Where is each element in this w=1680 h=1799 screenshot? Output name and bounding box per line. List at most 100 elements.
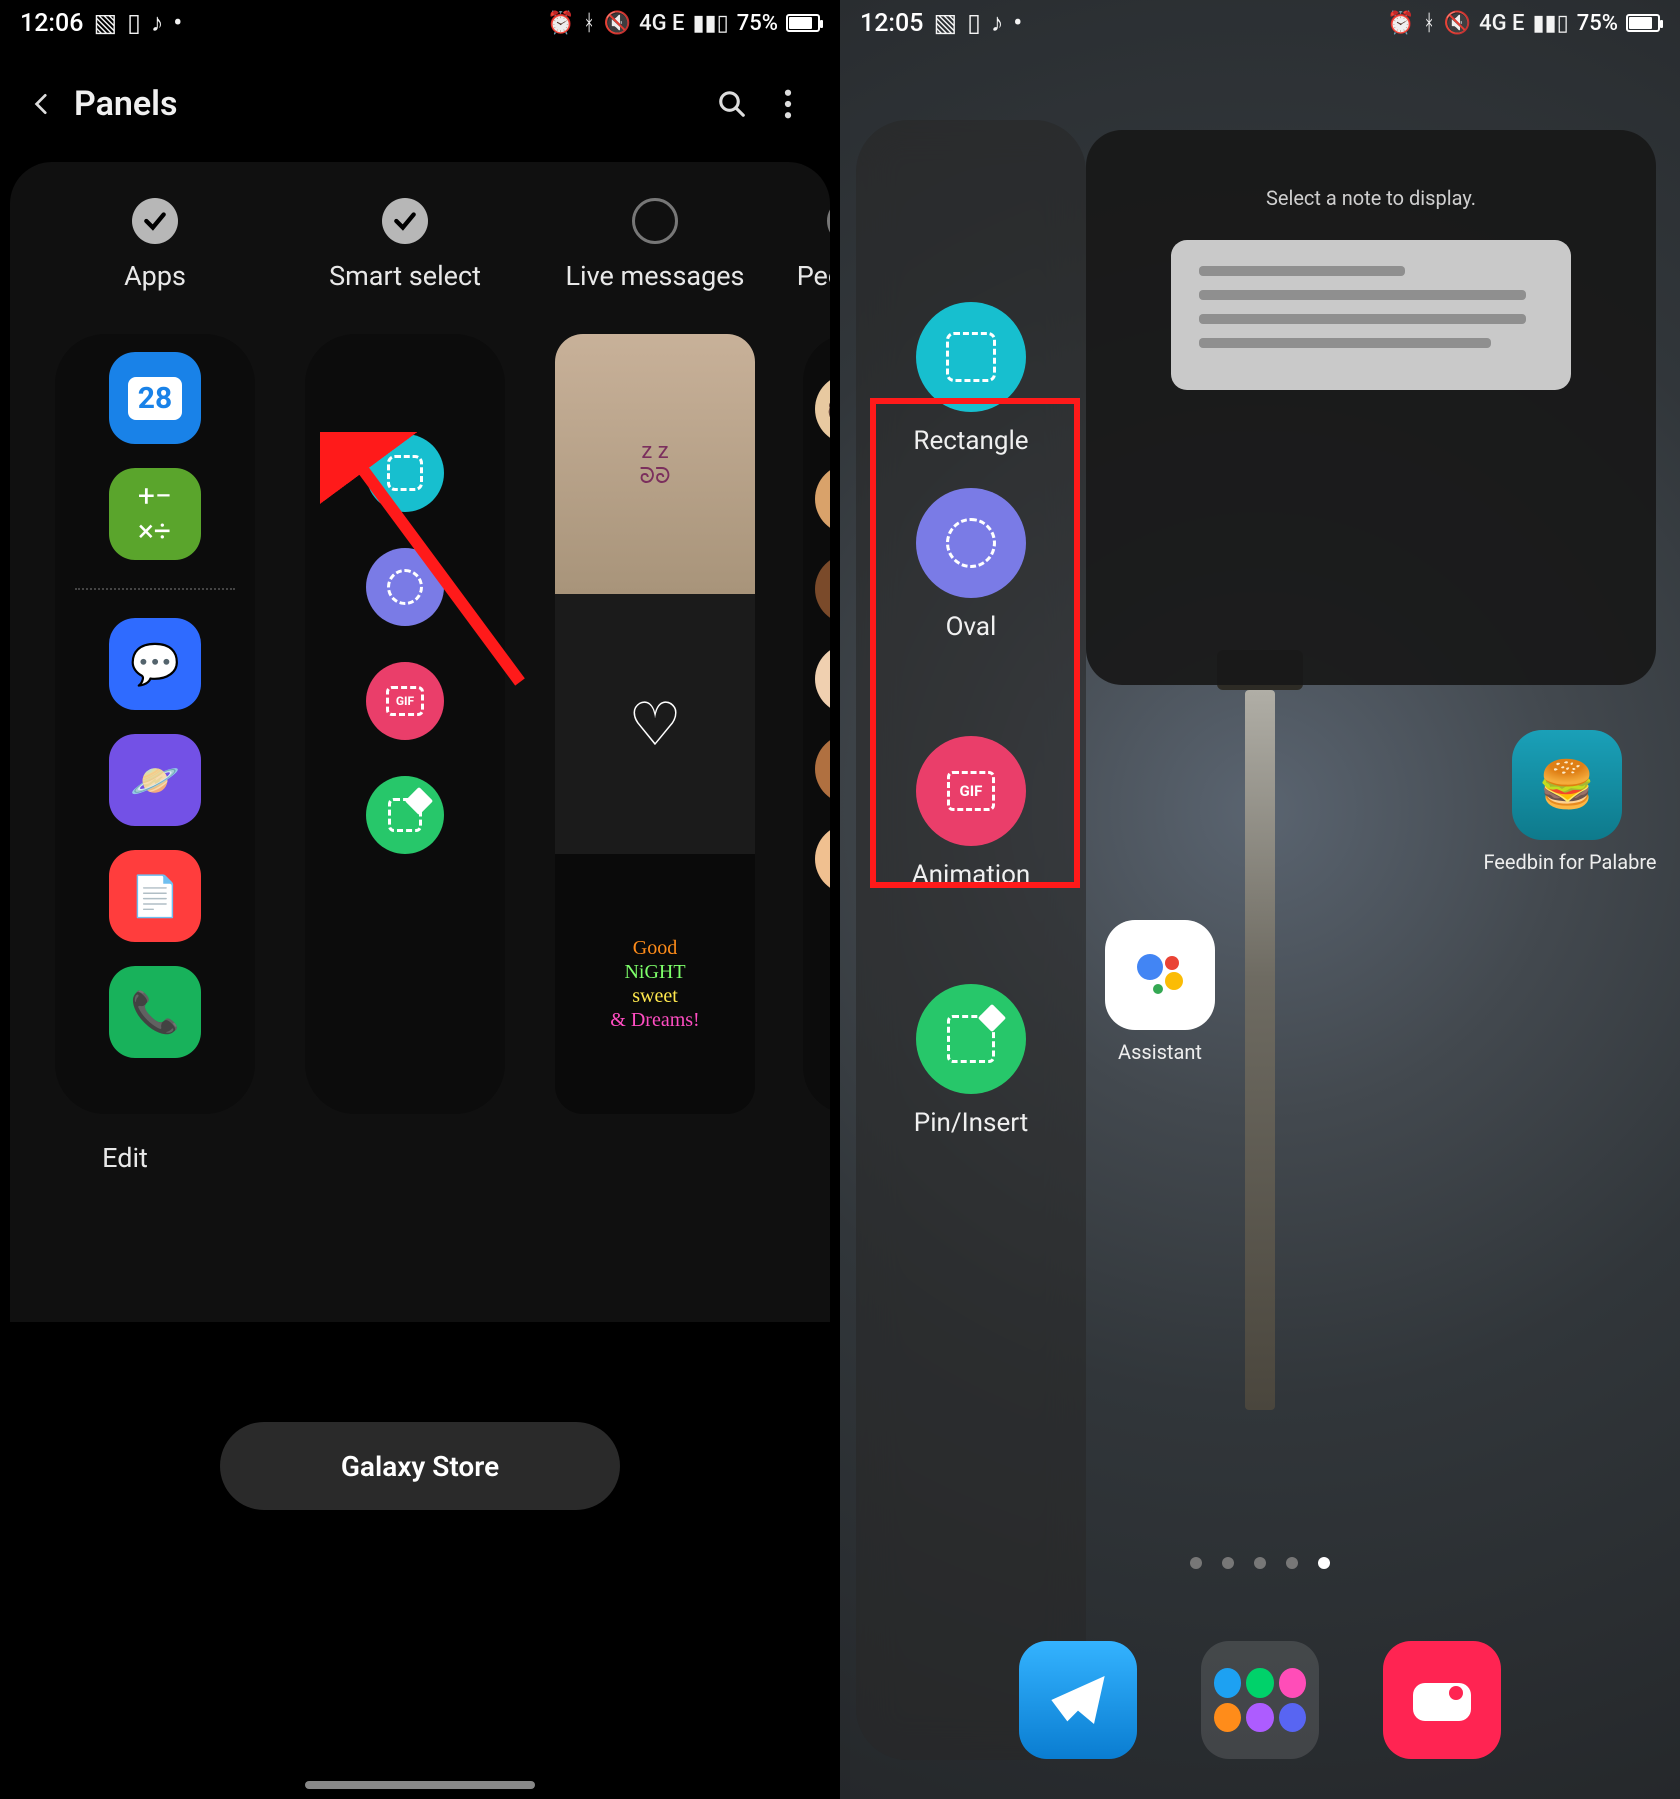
panel-label: Live messages: [566, 260, 745, 292]
oval-tool-icon: [916, 488, 1026, 598]
calculator-app-icon: +−×÷: [109, 468, 201, 560]
pager-dot[interactable]: [1318, 1557, 1330, 1569]
assistant-app-label: Assistant: [1070, 1040, 1250, 1064]
dock: [1019, 1641, 1501, 1759]
statusbar: 12:05 ▧ ▯ ♪ • ⏰ ᚼ 🔇 4G E ▮▮▯ 75%: [840, 0, 1680, 46]
sim-icon: ▯: [967, 8, 981, 38]
camera-icon: [1409, 1675, 1475, 1725]
contact-avatar: 👨: [815, 734, 830, 804]
bluetooth-icon: ᚼ: [1422, 11, 1435, 36]
live-messages-preview[interactable]: z zᘐᘐ ♡ Good NiGHT sweet & Dreams!: [555, 334, 755, 1114]
contact-avatar: 🧑: [815, 374, 830, 444]
panels-row: Apps 28 +−×÷ 💬 🪐 📄 📞 Smart select: [10, 198, 830, 1114]
sim-icon: ▯: [127, 8, 141, 38]
home-pager[interactable]: [1190, 1557, 1330, 1569]
panel-people[interactable]: People 🧑 👦 🧔 👩 👨 👩‍🦰: [800, 198, 830, 1114]
dock-folder[interactable]: [1201, 1641, 1319, 1759]
gesture-bar: [305, 1781, 535, 1789]
pager-dot[interactable]: [1222, 1557, 1234, 1569]
pin-tool-icon: [366, 776, 444, 854]
pug-image: z zᘐᘐ: [555, 334, 755, 594]
check-icon: [392, 208, 418, 234]
feedbin-app-label: Feedbin for Palabre: [1480, 850, 1660, 874]
browser-app-icon: 🪐: [109, 734, 201, 826]
google-assistant-icon: [1130, 945, 1190, 1005]
panel-smart-select[interactable]: Smart select GIF: [300, 198, 510, 1114]
statusbar: 12:06 ▧ ▯ ♪ • ⏰ ᚼ 🔇 4G E ▮▮▯ 75%: [0, 0, 840, 46]
chevron-left-icon: [29, 91, 55, 117]
dock-telegram-icon[interactable]: [1019, 1641, 1137, 1759]
search-icon: [717, 89, 747, 119]
panel-label: Smart select: [329, 260, 481, 292]
battery-icon: [786, 14, 820, 32]
pager-dot[interactable]: [1286, 1557, 1298, 1569]
apps-preview[interactable]: 28 +−×÷ 💬 🪐 📄 📞: [55, 334, 255, 1114]
pager-dot[interactable]: [1190, 1557, 1202, 1569]
image-icon: ▧: [933, 8, 957, 38]
signal-icon: ▮▮▯: [1532, 11, 1568, 36]
battery-text: 75%: [1577, 11, 1618, 36]
notes-widget-message: Select a note to display.: [1266, 186, 1476, 210]
gif-tool-icon: GIF: [366, 662, 444, 740]
smart-select-preview[interactable]: GIF: [305, 334, 505, 1114]
signal-icon: ▮▮▯: [692, 11, 728, 36]
people-checkbox[interactable]: [827, 198, 830, 244]
heart-image: ♡: [555, 594, 755, 854]
panel-live-messages[interactable]: Live messages z zᘐᘐ ♡ Good NiGHT sweet &…: [550, 198, 760, 1114]
messages-app-icon: 💬: [109, 618, 201, 710]
battery-text: 75%: [737, 11, 778, 36]
rectangle-tool-icon: [916, 302, 1026, 412]
bluetooth-icon: ᚼ: [582, 11, 595, 36]
smart-select-checkbox[interactable]: [382, 198, 428, 244]
edit-link[interactable]: Edit: [10, 1142, 830, 1174]
clock: 12:05: [860, 9, 923, 38]
back-button[interactable]: [18, 80, 66, 128]
mute-icon: 🔇: [1444, 11, 1471, 36]
feedbin-app-icon[interactable]: 🍔: [1512, 730, 1622, 840]
pager-dot[interactable]: [1254, 1557, 1266, 1569]
panel-label: Apps: [124, 260, 186, 292]
folder-icon: [1214, 1668, 1306, 1732]
alarm-icon: ⏰: [547, 11, 574, 36]
contact-avatar: 👩: [815, 644, 830, 714]
live-messages-checkbox[interactable]: [632, 198, 678, 244]
mute-icon: 🔇: [604, 11, 631, 36]
notes-widget[interactable]: Select a note to display.: [1086, 130, 1656, 685]
pin-tool-icon: [916, 984, 1026, 1094]
edge-label: Pin/Insert: [914, 1108, 1028, 1138]
alarm-icon: ⏰: [1387, 11, 1414, 36]
more-vertical-icon: [784, 89, 792, 119]
paper-plane-icon: [1046, 1668, 1110, 1732]
edge-label: Oval: [946, 612, 997, 642]
edge-item-oval[interactable]: Oval: [916, 488, 1026, 642]
network-label: 4G E: [1479, 11, 1524, 36]
divider: [75, 588, 235, 590]
edge-label: Rectangle: [913, 426, 1028, 456]
contact-avatar: 👩‍🦰: [815, 824, 830, 894]
edge-item-rectangle[interactable]: Rectangle: [913, 302, 1028, 456]
network-label: 4G E: [639, 11, 684, 36]
assistant-app-icon[interactable]: [1105, 920, 1215, 1030]
check-icon: [142, 208, 168, 234]
rectangle-tool-icon: [366, 434, 444, 512]
music-icon: ♪: [151, 9, 164, 38]
oval-tool-icon: [366, 548, 444, 626]
panel-label: People: [797, 260, 830, 292]
dot-icon: •: [1013, 9, 1022, 38]
notes-app-icon: 📄: [109, 850, 201, 942]
calendar-app-icon: 28: [109, 352, 201, 444]
apps-checkbox[interactable]: [132, 198, 178, 244]
search-button[interactable]: [704, 76, 760, 132]
dock-camera-icon[interactable]: [1383, 1641, 1501, 1759]
people-preview[interactable]: 🧑 👦 🧔 👩 👨 👩‍🦰: [803, 334, 830, 1114]
panel-apps[interactable]: Apps 28 +−×÷ 💬 🪐 📄 📞: [50, 198, 260, 1114]
edge-label: Animation: [912, 860, 1031, 890]
edge-item-animation[interactable]: GIF Animation: [912, 736, 1031, 890]
galaxy-store-button[interactable]: Galaxy Store: [220, 1422, 620, 1510]
note-placeholder-icon: [1171, 240, 1571, 390]
more-button[interactable]: [760, 76, 816, 132]
goodnight-text: Good NiGHT sweet & Dreams!: [555, 854, 755, 1114]
contact-avatar: 👦: [815, 464, 830, 534]
image-icon: ▧: [93, 8, 117, 38]
edge-item-pin-insert[interactable]: Pin/Insert: [914, 984, 1028, 1138]
